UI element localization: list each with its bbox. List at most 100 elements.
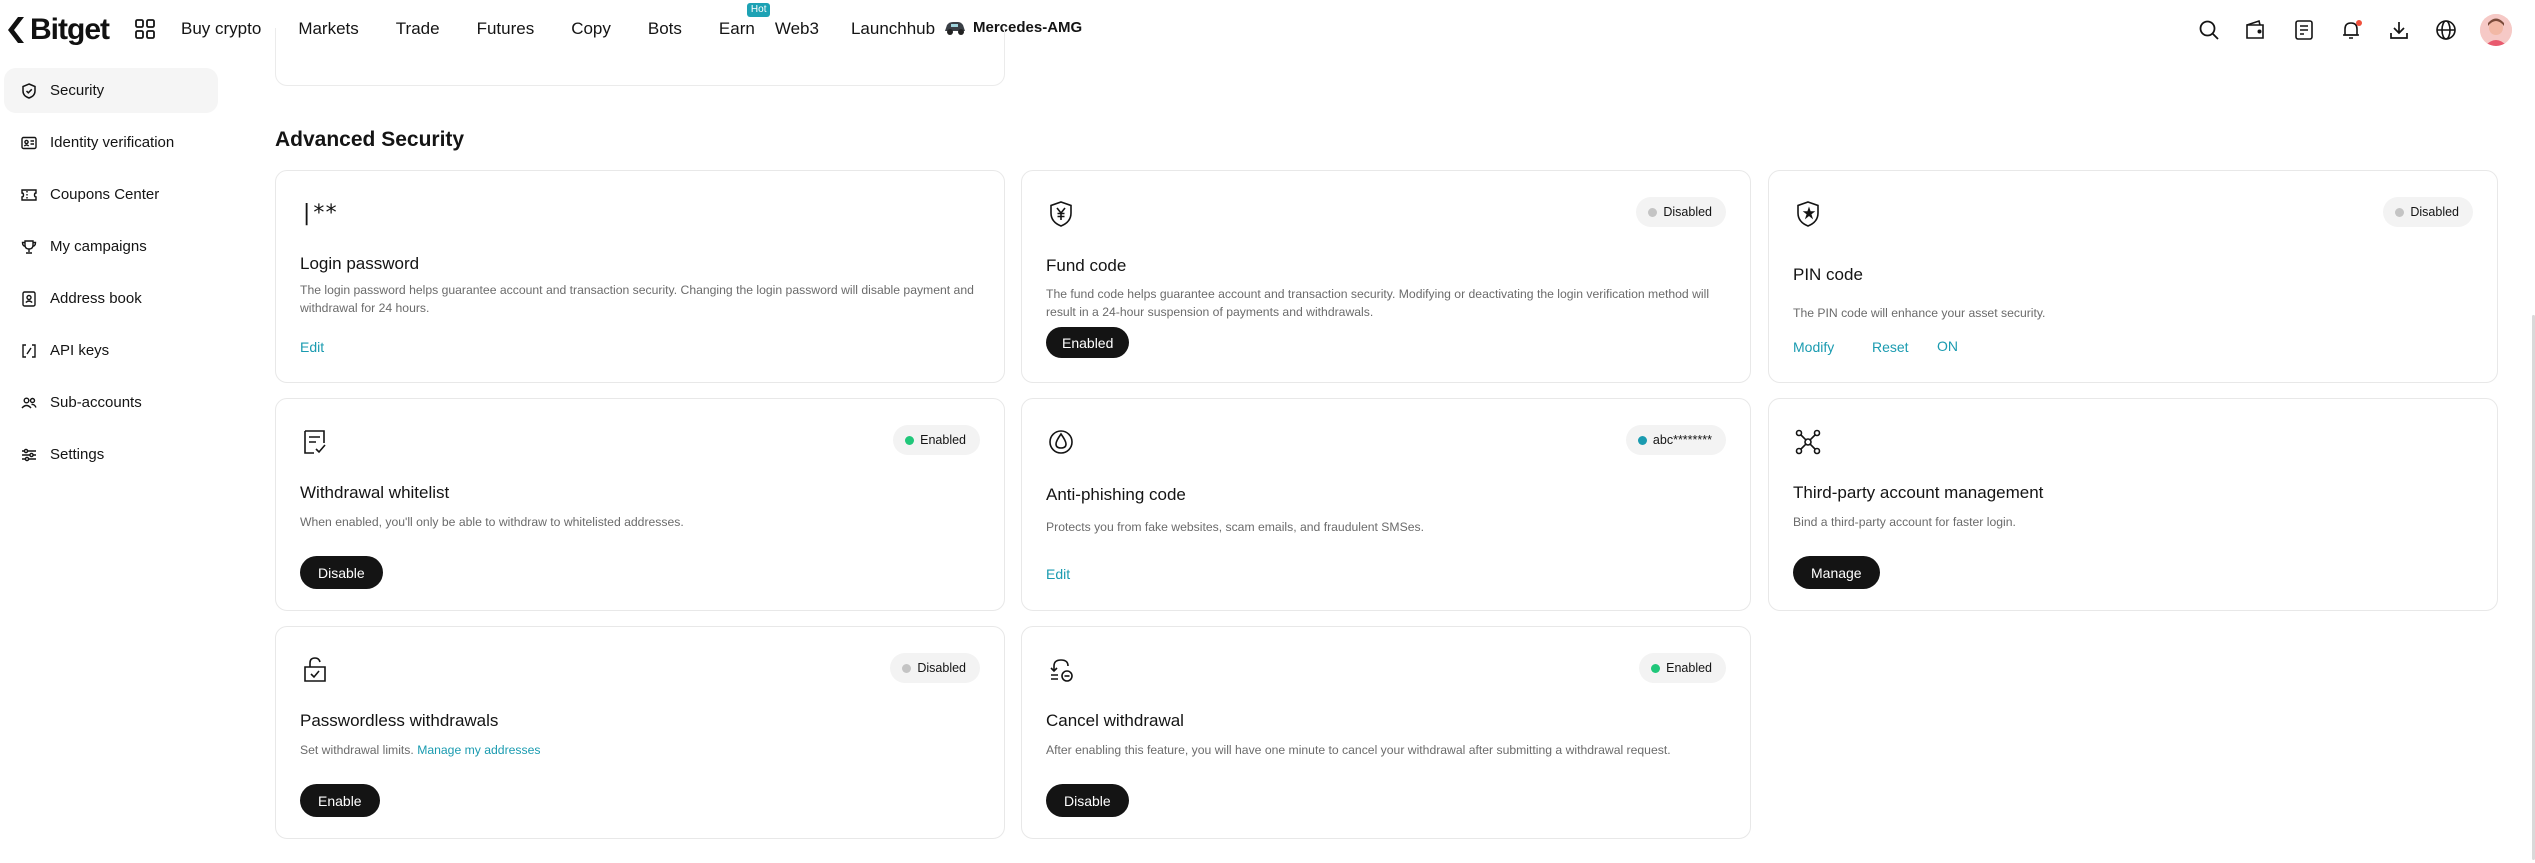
manage-third-party-button[interactable]: Manage <box>1793 556 1880 589</box>
wallet-icon[interactable] <box>2243 17 2269 43</box>
sidebar-item-label: My campaigns <box>50 238 147 255</box>
status-text: Enabled <box>920 433 966 447</box>
bitget-logo-icon <box>8 17 24 43</box>
bell-icon[interactable] <box>2338 17 2364 43</box>
password-icon: |** <box>300 201 338 226</box>
status-dot <box>902 663 912 673</box>
card-description-text: Set withdrawal limits. <box>300 743 414 757</box>
card-title: Cancel withdrawal <box>1046 711 1184 730</box>
pin-code-card: Disabled PIN code The PIN code will enha… <box>1768 170 2498 383</box>
card-title: Withdrawal whitelist <box>300 483 450 502</box>
shield-icon <box>22 82 36 99</box>
status-badge: Enabled <box>1639 653 1726 683</box>
card-description: After enabling this feature, you will ha… <box>1046 743 1671 757</box>
card-title: Passwordless withdrawals <box>300 711 499 730</box>
withdrawal-whitelist-card: Enabled Withdrawal whitelist When enable… <box>275 398 1005 611</box>
sidebar-item-label: API keys <box>50 342 110 359</box>
orders-icon[interactable] <box>2291 17 2317 43</box>
reset-pin-link[interactable]: Reset <box>1872 339 1909 355</box>
status-badge: Disabled <box>1636 197 1726 227</box>
sidebar-item-coupons-center[interactable]: Coupons Center <box>4 172 218 217</box>
search-icon[interactable] <box>2196 17 2222 43</box>
status-badge: Disabled <box>2383 197 2473 227</box>
status-dot <box>1648 207 1658 217</box>
sidebar-item-security[interactable]: Security <box>4 68 218 113</box>
third-party-account-card: Third-party account management Bind a th… <box>1768 398 2498 611</box>
disable-whitelist-button[interactable]: Disable <box>300 556 383 589</box>
shield-star-icon <box>1793 199 1823 229</box>
manage-addresses-link[interactable]: Manage my addresses <box>417 743 540 757</box>
status-badge: Enabled <box>893 425 980 455</box>
trophy-icon <box>21 239 37 254</box>
status-dot <box>905 435 915 445</box>
login-password-card: |** Login password The login password he… <box>275 170 1005 383</box>
nav-buy-crypto[interactable]: Buy crypto <box>181 19 261 39</box>
card-title: PIN code <box>1793 265 1863 284</box>
edit-anti-phishing-link[interactable]: Edit <box>1046 566 1070 582</box>
water-drop-icon <box>1046 427 1076 457</box>
network-nodes-icon <box>1793 427 1823 457</box>
sidebar-item-label: Settings <box>50 446 105 463</box>
users-icon <box>21 396 37 408</box>
sidebar-item-label: Identity verification <box>50 134 175 151</box>
yen-shield-icon <box>1046 199 1076 229</box>
sidebar-item-address-book[interactable]: Address book <box>4 276 218 321</box>
api-icon <box>22 343 36 358</box>
cancel-withdrawal-card: Enabled Cancel withdrawal After enabling… <box>1021 626 1751 839</box>
sidebar-item-label: Address book <box>50 290 142 307</box>
unlocked-bag-icon <box>300 655 330 685</box>
address-book-icon <box>22 290 36 307</box>
sidebar-item-settings[interactable]: Settings <box>4 432 218 477</box>
status-text: Disabled <box>2410 205 2459 219</box>
pin-on-toggle[interactable]: ON <box>1937 338 1958 354</box>
sidebar-item-api-keys[interactable]: API keys <box>4 328 218 373</box>
sidebar-item-label: Sub-accounts <box>50 394 142 411</box>
sidebar-item-sub-accounts[interactable]: Sub-accounts <box>4 380 218 425</box>
anti-phishing-card: abc******** Anti-phishing code Protects … <box>1021 398 1751 611</box>
status-dot <box>2395 207 2405 217</box>
apps-grid-icon[interactable] <box>134 18 156 40</box>
card-title: Login password <box>300 254 420 273</box>
card-description: When enabled, you'll only be able to wit… <box>300 515 684 529</box>
card-description: Protects you from fake websites, scam em… <box>1046 520 1424 534</box>
settings-icon <box>22 448 36 461</box>
fund-code-enabled-button[interactable]: Enabled <box>1046 327 1130 358</box>
edit-login-password-link[interactable]: Edit <box>300 339 324 355</box>
card-description: The PIN code will enhance your asset sec… <box>1793 306 2046 320</box>
fund-code-card: Disabled Fund code The fund code helps g… <box>1021 170 1751 383</box>
status-text: Disabled <box>917 661 966 675</box>
id-card-icon <box>21 136 37 149</box>
download-icon[interactable] <box>2386 17 2412 43</box>
disable-cancel-withdrawal-button[interactable]: Disable <box>1046 784 1129 817</box>
previous-section-card <box>275 28 1005 86</box>
globe-icon[interactable] <box>2433 17 2459 43</box>
bitget-logo[interactable]: Bitget <box>4 13 110 46</box>
notification-dot <box>2356 20 2362 26</box>
status-badge: Disabled <box>890 653 980 683</box>
card-title: Fund code <box>1046 256 1127 275</box>
brand-name: Bitget <box>30 13 110 46</box>
card-title: Anti-phishing code <box>1046 485 1186 504</box>
checklist-icon <box>300 427 330 457</box>
status-badge: abc******** <box>1625 425 1726 455</box>
sidebar-item-my-campaigns[interactable]: My campaigns <box>4 224 218 269</box>
section-title: Advanced Security <box>275 128 465 151</box>
top-icons <box>2174 14 2535 46</box>
card-description: Bind a third-party account for faster lo… <box>1793 515 2016 529</box>
status-dot <box>1651 663 1661 673</box>
enable-passwordless-button[interactable]: Enable <box>300 784 380 817</box>
modify-pin-link[interactable]: Modify <box>1793 339 1834 355</box>
coupon-icon <box>21 188 37 201</box>
card-description: Set withdrawal limits. Manage my address… <box>300 741 980 759</box>
sidebar-item-identity-verification[interactable]: Identity verification <box>4 120 218 165</box>
hot-badge: Hot <box>746 3 771 17</box>
cancel-withdrawal-icon <box>1046 655 1076 685</box>
sidebar-item-label: Security <box>50 82 105 99</box>
card-description: The login password helps guarantee accou… <box>300 283 974 315</box>
status-text: Enabled <box>1666 661 1712 675</box>
sidebar: Security Identity verification Coupons C… <box>0 68 220 484</box>
user-avatar[interactable] <box>2480 14 2512 46</box>
status-text: abc******** <box>1652 433 1712 447</box>
sidebar-item-label: Coupons Center <box>50 186 160 203</box>
status-text: Disabled <box>1663 205 1712 219</box>
